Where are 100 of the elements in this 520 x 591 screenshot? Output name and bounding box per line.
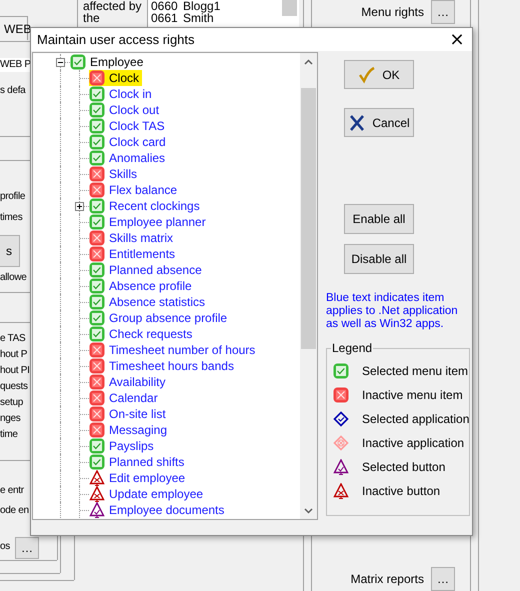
field-label: time: [0, 428, 18, 442]
tree-item-label: Payslips: [108, 438, 154, 454]
tree-item[interactable]: Skills: [89, 166, 140, 182]
tree-item[interactable]: Availability: [89, 374, 168, 390]
list-cell: Blogg1: [183, 0, 220, 12]
legend-label: Selected button: [362, 460, 446, 474]
tree-item[interactable]: Check requests: [89, 326, 196, 342]
group-title: Legend: [331, 341, 374, 355]
description-text: affected by: [83, 0, 142, 12]
check-icon: [358, 66, 376, 84]
cancel-button[interactable]: Cancel: [344, 108, 414, 137]
check-icon: [89, 134, 105, 150]
tree-item[interactable]: Payslips: [89, 438, 157, 454]
tree-item[interactable]: Employee documents: [89, 502, 228, 518]
cross-icon: [89, 390, 105, 406]
tree-item[interactable]: Employee planner: [89, 214, 209, 230]
field-label: nges: [0, 412, 20, 426]
check-icon: [89, 150, 105, 166]
check-icon: [89, 118, 105, 134]
tree-item[interactable]: Absence statistics: [89, 294, 208, 310]
field-label: times: [0, 211, 22, 225]
field-label: allowe: [0, 271, 27, 285]
tree-item[interactable]: Skills matrix: [89, 230, 176, 246]
tree-item-label: Anomalies: [108, 150, 166, 166]
menu-rights-button[interactable]: …: [431, 0, 455, 24]
cross-icon: [89, 70, 105, 86]
tree-item[interactable]: Flex balance: [89, 182, 180, 198]
tree-item[interactable]: Clock: [89, 70, 142, 86]
diamond-icon: [333, 435, 349, 451]
field-label: e TAS: [0, 332, 26, 346]
tree-item-label: Recent clockings: [108, 198, 200, 214]
tree-item-label: Employee planner: [108, 214, 206, 230]
tree-item-label: Clock card: [108, 134, 166, 150]
check-icon: [89, 262, 105, 278]
tree-item-label: On-site list: [108, 406, 166, 422]
check-icon: [70, 54, 86, 70]
tree-item[interactable]: Clock TAS: [89, 118, 168, 134]
tree-item-label: Employee: [89, 54, 144, 70]
tree-item-label: Employee documents: [108, 502, 224, 518]
check-icon: [89, 294, 105, 310]
diamond-icon: [333, 411, 349, 427]
enable-all-button[interactable]: Enable all: [344, 204, 414, 234]
cross-icon: [89, 406, 105, 422]
button[interactable]: …: [15, 537, 39, 559]
matrix-reports-button[interactable]: …: [431, 567, 455, 591]
list-cell: 0661: [151, 12, 178, 24]
check-icon: [89, 102, 105, 118]
scrollbar-thumb[interactable]: [301, 88, 316, 349]
tree-item[interactable]: Clock in: [89, 86, 155, 102]
button[interactable]: s: [0, 235, 20, 267]
collapse-button[interactable]: [56, 58, 65, 67]
cross-icon: [89, 374, 105, 390]
tree-item[interactable]: Messaging: [89, 422, 170, 438]
tree-item[interactable]: Planned absence: [89, 262, 205, 278]
chevron-down-icon: [304, 508, 313, 514]
tree-item-label: Clock out: [108, 102, 160, 118]
disable-all-button[interactable]: Disable all: [344, 244, 414, 274]
cross-icon: [89, 358, 105, 374]
tree-item[interactable]: Employee: [70, 54, 146, 70]
check-icon: [89, 278, 105, 294]
tree-item[interactable]: Recent clockings: [89, 198, 203, 214]
check-icon: [89, 454, 105, 470]
tree-item-label: Skills matrix: [108, 230, 174, 246]
window-title: Maintain user access rights: [36, 32, 195, 47]
list-cell: 0660: [151, 0, 178, 12]
tree-item-label: Absence profile: [108, 278, 192, 294]
tab[interactable]: WEB: [0, 16, 28, 40]
tree-item[interactable]: Edit employee: [89, 470, 188, 486]
tree-item[interactable]: Anomalies: [89, 150, 168, 166]
tree-item[interactable]: Planned shifts: [89, 454, 188, 470]
tree-item-label: Planned shifts: [108, 454, 184, 470]
cross-icon: [89, 166, 105, 182]
tree-item[interactable]: Clock out: [89, 102, 162, 118]
field-label: setup: [0, 396, 23, 410]
field-label: hout PI: [0, 364, 30, 378]
tree-item[interactable]: Clock card: [89, 134, 169, 150]
field-label: s defa: [0, 84, 26, 98]
tree-item[interactable]: Entitlements: [89, 246, 178, 262]
tree-item[interactable]: Group absence profile: [89, 310, 230, 326]
tree-item-label: Messaging: [108, 422, 168, 438]
check-icon: [89, 198, 105, 214]
check-icon: [89, 438, 105, 454]
expand-button[interactable]: [75, 202, 84, 211]
description-text: the: [83, 12, 100, 24]
tree-item[interactable]: Calendar: [89, 390, 161, 406]
matrix-reports-label: Matrix reports: [350, 571, 424, 587]
triangle-icon: [89, 486, 105, 502]
info-text: Blue text indicates item applies to .Net application as well as Win32 apps.: [326, 292, 459, 331]
tree-item-label: Flex balance: [108, 182, 178, 198]
tree-item[interactable]: On-site list: [89, 406, 169, 422]
tree-item[interactable]: Absence profile: [89, 278, 195, 294]
ok-button[interactable]: OK: [344, 60, 414, 89]
tree-item-label: Update employee: [108, 486, 204, 502]
triangle-icon: [333, 483, 349, 499]
tree-item-label: Check requests: [108, 326, 192, 342]
tree-item[interactable]: Update employee: [89, 486, 206, 502]
close-button[interactable]: ×: [442, 28, 472, 51]
check-icon: [89, 326, 105, 342]
scrollbar-thumb[interactable]: [282, 0, 297, 16]
tree-item-label: Edit employee: [108, 470, 186, 486]
